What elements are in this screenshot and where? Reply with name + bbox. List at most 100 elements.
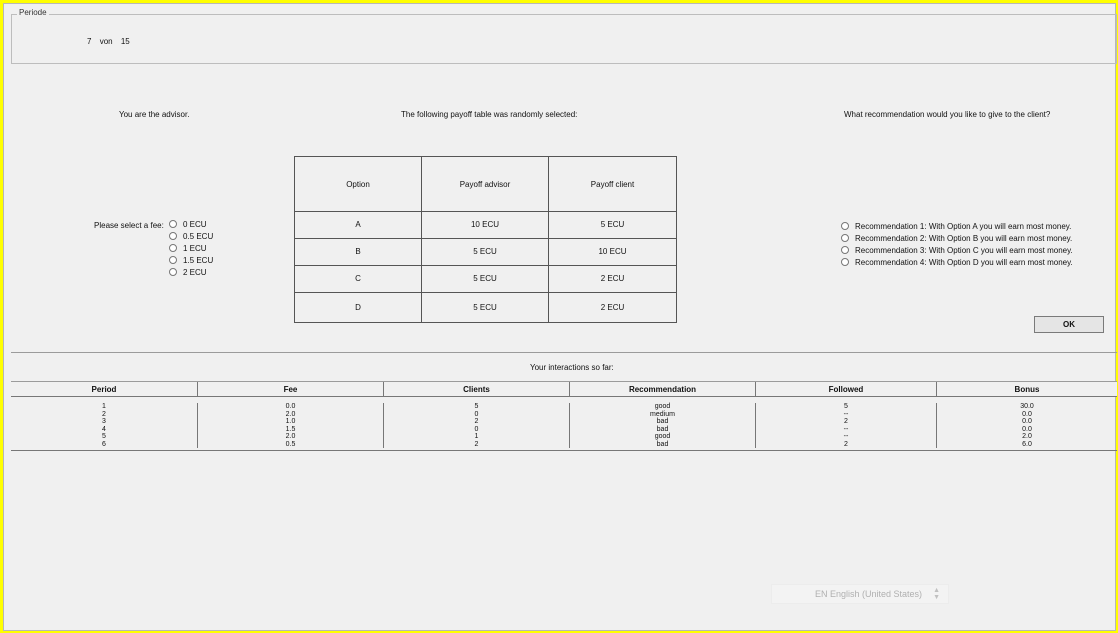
header-fee: Fee xyxy=(198,382,384,396)
option-cell: D xyxy=(295,292,422,322)
fee-options: 0 ECU 0.5 ECU 1 ECU 1.5 ECU 2 ECU xyxy=(169,218,213,278)
clients-cell: 1 xyxy=(384,433,570,441)
period-counter: 7 von 15 xyxy=(87,37,136,46)
recommendation-cell: bad xyxy=(570,440,756,448)
header-recommendation: Recommendation xyxy=(570,382,756,396)
period-cell: 2 xyxy=(11,410,198,418)
recommend-question: What recommendation would you like to gi… xyxy=(844,110,1051,119)
clients-cell: 0 xyxy=(384,410,570,418)
fee-cell: 1.5 xyxy=(198,425,384,433)
followed-cell: -- xyxy=(756,433,937,441)
period-cell: 3 xyxy=(11,418,198,426)
period-panel: Periode 7 von 15 xyxy=(11,8,1117,64)
recommendation-option-2[interactable]: Recommendation 2: With Option B you will… xyxy=(841,232,1073,244)
recommendation-options: Recommendation 1: With Option A you will… xyxy=(841,220,1073,268)
table-row: 1 0.0 5 good 5 30.0 xyxy=(11,403,1117,411)
header-followed: Followed xyxy=(756,382,937,396)
radio-icon[interactable] xyxy=(841,222,849,230)
bonus-cell: 2.0 xyxy=(1022,433,1032,440)
option-cell: A xyxy=(295,211,422,238)
bonus-cell: 6.0 xyxy=(1022,440,1032,448)
client-cell: 2 ECU xyxy=(600,274,625,283)
recommendation-option-4[interactable]: Recommendation 4: With Option D you will… xyxy=(841,256,1073,268)
payoff-table-header: Option Payoff advisor Payoff client xyxy=(295,157,676,212)
header-clients: Clients xyxy=(384,382,570,396)
interactions-table: Period Fee Clients Recommendation Follow… xyxy=(11,381,1117,451)
followed-cell: -- xyxy=(756,425,937,433)
period-von: von xyxy=(99,37,113,46)
section-divider xyxy=(11,352,1117,353)
followed-cell: 2 xyxy=(756,440,937,448)
period-cell: 1 xyxy=(11,403,198,411)
radio-icon[interactable] xyxy=(841,258,849,266)
header-bonus: Bonus xyxy=(1014,384,1040,394)
fee-cell: 2.0 xyxy=(198,433,384,441)
followed-cell: -- xyxy=(756,410,937,418)
interactions-title: Your interactions so far: xyxy=(530,363,614,372)
clients-cell: 2 xyxy=(384,418,570,426)
experiment-window: Periode 7 von 15 You are the advisor. Th… xyxy=(3,3,1117,631)
fee-option-0-5[interactable]: 0.5 ECU xyxy=(169,230,213,242)
payoff-heading: The following payoff table was randomly … xyxy=(401,110,578,119)
clients-cell: 2 xyxy=(384,440,570,448)
updown-arrows-icon: ▲ ▼ xyxy=(933,587,940,601)
period-total: 15 xyxy=(120,37,130,46)
ok-button[interactable]: OK xyxy=(1034,316,1104,333)
table-row: 6 0.5 2 bad 2 6.0 xyxy=(11,440,1117,448)
period-legend: Periode xyxy=(17,8,49,17)
interactions-header: Period Fee Clients Recommendation Follow… xyxy=(11,381,1117,397)
period-cell: 5 xyxy=(11,433,198,441)
fee-option-1-5[interactable]: 1.5 ECU xyxy=(169,254,213,266)
option-cell: C xyxy=(295,265,422,292)
advisor-cell: 5 ECU xyxy=(422,238,549,265)
radio-icon[interactable] xyxy=(169,232,177,240)
fee-cell: 2.0 xyxy=(198,410,384,418)
fee-cell: 0.0 xyxy=(198,403,384,411)
option-cell: B xyxy=(295,238,422,265)
fee-cell: 1.0 xyxy=(198,418,384,426)
advisor-cell: 10 ECU xyxy=(422,211,549,238)
role-text: You are the advisor. xyxy=(119,110,190,119)
advisor-cell: 5 ECU xyxy=(422,265,549,292)
followed-cell: 5 xyxy=(756,403,937,411)
language-selector[interactable]: EN English (United States) ▲ ▼ xyxy=(771,584,949,604)
fee-option-0[interactable]: 0 ECU xyxy=(169,218,213,230)
table-row: 3 1.0 2 bad 2 0.0 xyxy=(11,418,1117,426)
period-cell: 4 xyxy=(11,425,198,433)
advisor-cell: 5 ECU xyxy=(422,292,549,322)
fee-option-1[interactable]: 1 ECU xyxy=(169,242,213,254)
interactions-body: 1 0.0 5 good 5 30.0 2 2.0 0 medium -- 0.… xyxy=(11,397,1117,451)
fee-label: Please select a fee: xyxy=(94,221,164,230)
recommendation-option-1[interactable]: Recommendation 1: With Option A you will… xyxy=(841,220,1073,232)
table-row: 4 1.5 0 bad -- 0.0 xyxy=(11,425,1117,433)
clients-cell: 5 xyxy=(384,403,570,411)
client-cell: 2 ECU xyxy=(600,302,625,312)
recommendation-option-3[interactable]: Recommendation 3: With Option C you will… xyxy=(841,244,1073,256)
recommendation-cell: bad xyxy=(570,425,756,433)
recommendation-cell: bad xyxy=(570,418,756,426)
recommendation-cell: good xyxy=(570,433,756,441)
fee-cell: 0.5 xyxy=(198,440,384,448)
fee-option-2[interactable]: 2 ECU xyxy=(169,266,213,278)
client-cell: 10 ECU xyxy=(598,247,627,256)
recommendation-cell: medium xyxy=(570,410,756,418)
period-current: 7 xyxy=(87,37,92,46)
clients-cell: 0 xyxy=(384,425,570,433)
followed-cell: 2 xyxy=(756,418,937,426)
radio-icon[interactable] xyxy=(169,268,177,276)
bonus-cell: 0.0 xyxy=(1022,410,1032,418)
radio-icon[interactable] xyxy=(169,220,177,228)
client-cell: 5 ECU xyxy=(600,220,625,229)
radio-icon[interactable] xyxy=(841,246,849,254)
bonus-cell: 30.0 xyxy=(1020,403,1034,410)
period-cell: 6 xyxy=(11,440,198,448)
radio-icon[interactable] xyxy=(169,256,177,264)
payoff-row: B 5 ECU 10 ECU xyxy=(295,238,676,266)
bonus-cell: 0.0 xyxy=(1022,425,1032,433)
language-label: EN English (United States) xyxy=(815,589,923,599)
table-row: 5 2.0 1 good -- 2.0 xyxy=(11,433,1117,441)
bonus-cell: 0.0 xyxy=(1022,418,1032,425)
header-option: Option xyxy=(295,157,422,211)
radio-icon[interactable] xyxy=(841,234,849,242)
radio-icon[interactable] xyxy=(169,244,177,252)
